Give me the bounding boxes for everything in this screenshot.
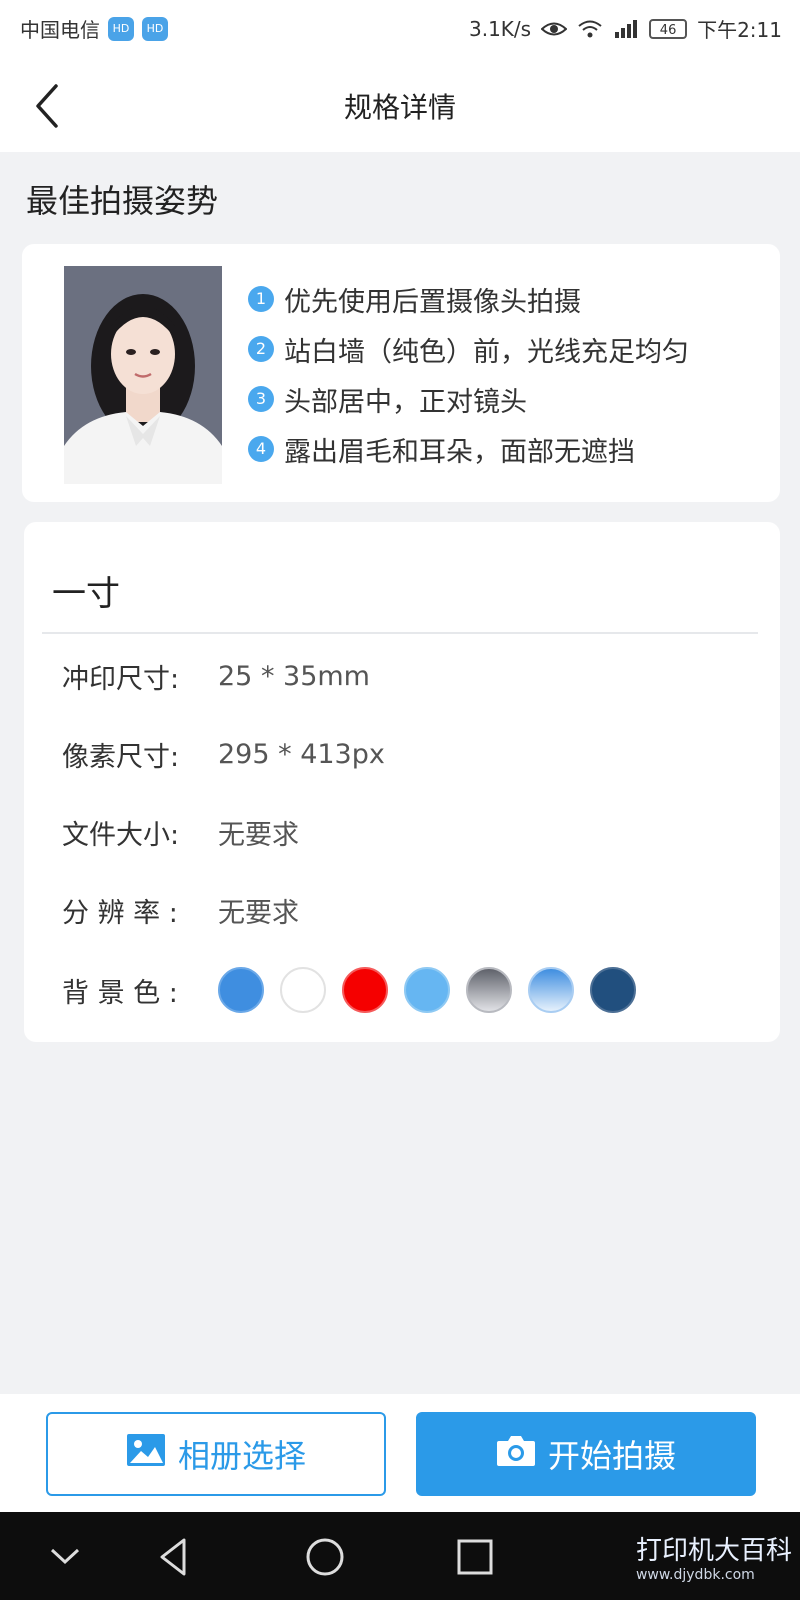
start-shooting-button[interactable]: 开始拍摄	[416, 1412, 756, 1496]
swatch-gray-gradient[interactable]	[466, 967, 512, 1013]
status-right: 3.1K/s 46 下午2:11	[469, 14, 782, 43]
signal-icon	[613, 18, 639, 40]
spec-label: 文件大小:	[62, 819, 180, 851]
square-recents-icon	[457, 1539, 493, 1575]
tips-list: 1 优先使用后置摄像头拍摄 2 站白墙（纯色）前，光线充足均匀 3 头部居中，正…	[248, 274, 689, 474]
swatch-white[interactable]	[280, 967, 326, 1013]
spec-row-background-color: 背 景 色 :	[62, 962, 636, 1018]
spec-label: 冲印尺寸:	[62, 663, 180, 695]
eye-icon	[540, 18, 568, 40]
circle-home-icon	[306, 1538, 344, 1576]
spec-label: 背 景 色 :	[62, 977, 178, 1009]
pose-section-title: 最佳拍摄姿势	[26, 182, 219, 220]
tip-item: 4 露出眉毛和耳朵，面部无遮挡	[248, 424, 689, 474]
tip-number-badge: 2	[248, 336, 274, 362]
swatch-blue-gradient[interactable]	[528, 967, 574, 1013]
spec-row-print-size: 冲印尺寸: 25 * 35mm	[62, 656, 370, 696]
background-color-options	[218, 967, 636, 1013]
camera-icon	[496, 1433, 536, 1475]
battery-icon: 46	[649, 18, 688, 39]
divider	[42, 632, 758, 634]
spec-row-resolution: 分 辨 率 : 无要求	[62, 890, 299, 930]
tip-text: 露出眉毛和耳朵，面部无遮挡	[284, 436, 635, 468]
spec-label: 分 辨 率 :	[62, 897, 178, 929]
network-speed: 3.1K/s	[468, 16, 532, 41]
spec-value: 25 * 35mm	[218, 660, 370, 692]
chevron-down-icon	[50, 1548, 80, 1565]
spec-row-pixel-size: 像素尺寸: 295 * 413px	[62, 734, 385, 774]
spec-card: 一寸 冲印尺寸: 25 * 35mm 像素尺寸: 295 * 413px 文件大…	[24, 522, 780, 1042]
album-select-label: 相册选择	[177, 1437, 306, 1475]
hide-nav-button[interactable]	[40, 1532, 90, 1582]
tip-text: 优先使用后置摄像头拍摄	[284, 286, 581, 318]
spec-name: 一寸	[52, 574, 120, 614]
bottom-action-bar: 相册选择 开始拍摄	[0, 1394, 800, 1512]
spec-value: 无要求	[218, 897, 299, 929]
tip-text: 头部居中，正对镜头	[284, 386, 527, 418]
tip-number-badge: 1	[248, 286, 274, 312]
tip-text: 站白墙（纯色）前，光线充足均匀	[284, 336, 689, 368]
tip-item: 1 优先使用后置摄像头拍摄	[248, 274, 689, 324]
tip-item: 2 站白墙（纯色）前，光线充足均匀	[248, 324, 689, 374]
spec-value: 无要求	[218, 819, 299, 851]
spec-row-file-size: 文件大小: 无要求	[62, 812, 299, 852]
hd-voice-icon-2: HD	[142, 16, 168, 41]
watermark-title: 打印机大百科	[635, 1536, 792, 1566]
header: 规格详情	[0, 60, 800, 152]
start-shooting-label: 开始拍摄	[547, 1437, 676, 1475]
swatch-blue[interactable]	[218, 967, 264, 1013]
hd-voice-icon: HD	[108, 16, 134, 41]
spec-value: 295 * 413px	[218, 738, 385, 770]
carrier-name: 中国电信	[20, 18, 100, 42]
swatch-navy[interactable]	[590, 967, 636, 1013]
status-bar: 中国电信 HD HD 3.1K/s 46 下午2:11	[0, 0, 800, 60]
nav-back-button[interactable]	[150, 1532, 200, 1582]
page-title: 规格详情	[343, 91, 456, 124]
tip-item: 3 头部居中，正对镜头	[248, 374, 689, 424]
swatch-light-blue[interactable]	[404, 967, 450, 1013]
watermark: 打印机大百科 www.djydbk.com	[636, 1530, 792, 1583]
image-icon	[126, 1433, 166, 1475]
swatch-red[interactable]	[342, 967, 388, 1013]
clock: 下午2:11	[697, 18, 782, 42]
pose-card: 1 优先使用后置摄像头拍摄 2 站白墙（纯色）前，光线充足均匀 3 头部居中，正…	[22, 244, 780, 502]
nav-home-button[interactable]	[300, 1532, 350, 1582]
wifi-icon	[577, 18, 603, 40]
sample-portrait-image	[64, 266, 222, 484]
spec-label: 像素尺寸:	[62, 741, 180, 773]
triangle-back-icon	[160, 1538, 186, 1576]
tip-number-badge: 3	[248, 386, 274, 412]
system-nav-bar: 打印机大百科 www.djydbk.com	[0, 1512, 800, 1600]
status-left: 中国电信 HD HD	[20, 14, 168, 43]
tip-number-badge: 4	[248, 436, 274, 462]
album-select-button[interactable]: 相册选择	[46, 1412, 386, 1496]
nav-recents-button[interactable]	[450, 1532, 500, 1582]
watermark-url: www.djydbk.com	[635, 1567, 755, 1583]
